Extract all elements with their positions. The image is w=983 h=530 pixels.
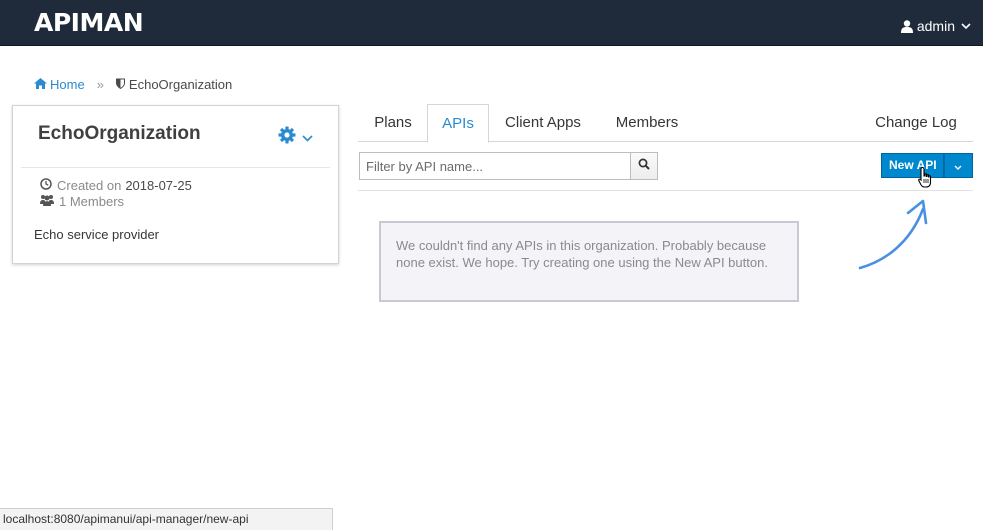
tab-members[interactable]: Members [602,104,692,142]
breadcrumb-home-link[interactable]: Home [34,77,85,92]
tab-apis[interactable]: APIs [427,104,489,143]
org-created: Created on 2018-07-25 [40,178,192,193]
user-menu[interactable]: admin [900,16,971,36]
apiman-logo[interactable]: APIMAN [34,8,144,38]
clock-icon [40,178,57,193]
members-count: 1 Members [59,194,125,209]
breadcrumb-separator: » [96,76,104,92]
tab-bar: Plans APIs Client Apps Members Change Lo… [358,104,973,143]
card-divider [21,167,330,168]
annotation-arrow [855,193,935,278]
toolbar-divider [358,190,973,191]
organization-description: Echo service provider [34,227,159,242]
created-label: Created on [57,178,122,193]
breadcrumb: Home » EchoOrganization [34,75,232,93]
tab-client-apps[interactable]: Client Apps [494,104,592,142]
chevron-down-icon [961,22,971,30]
browser-status-url: localhost:8080/apimanui/api-manager/new-… [0,508,333,530]
api-filter [359,152,658,180]
top-navbar: APIMAN admin [0,0,983,46]
breadcrumb-home-label: Home [50,76,85,92]
org-members: 1 Members [40,194,124,209]
chevron-down-icon [302,129,313,147]
created-date: 2018-07-25 [125,178,192,193]
search-icon [638,157,650,175]
tab-change-log[interactable]: Change Log [864,104,968,142]
breadcrumb-current: EchoOrganization [115,76,233,92]
breadcrumb-org-label: EchoOrganization [128,76,233,92]
home-icon [34,77,50,92]
hand-cursor-icon [918,166,934,195]
filter-input[interactable] [359,152,630,180]
gear-icon [278,126,296,149]
tab-plans[interactable]: Plans [358,104,428,142]
organization-card: EchoOrganization Created on 2018-07-25 1… [12,105,339,264]
empty-apis-message: We couldn't find any APIs in this organi… [379,221,799,302]
shield-icon [115,77,129,92]
users-icon [40,194,59,209]
organization-name: EchoOrganization [38,123,201,144]
user-icon [900,19,913,33]
logo-text: APIMAN [34,8,144,37]
new-api-button[interactable]: New API [881,153,944,178]
new-api-dropdown-toggle[interactable] [943,153,973,178]
search-button[interactable] [630,152,658,180]
org-settings-dropdown[interactable] [278,126,313,149]
chevron-down-icon [954,157,962,175]
username-label: admin [916,18,955,34]
